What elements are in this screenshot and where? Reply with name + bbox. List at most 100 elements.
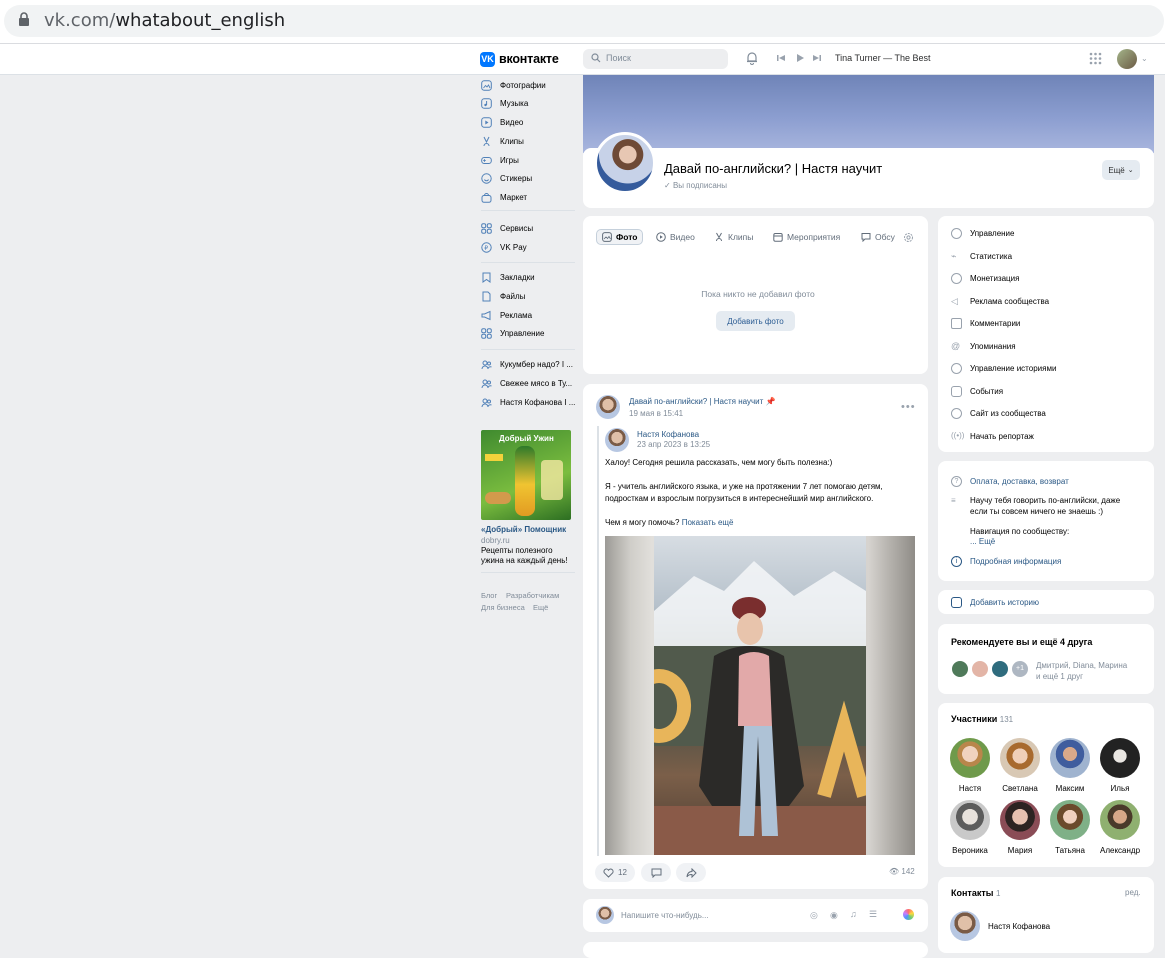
footer-link-blog[interactable]: Блог (481, 591, 497, 600)
camera-icon[interactable]: ◎ (810, 910, 818, 921)
settings-gear-icon[interactable] (903, 232, 914, 243)
friend-avatar[interactable] (970, 659, 990, 679)
share-icon (686, 867, 697, 878)
apps-grid-icon[interactable] (1089, 52, 1102, 65)
more-friends-badge[interactable]: +1 (1010, 659, 1030, 679)
footer-link-business[interactable]: Для бизнеса (481, 603, 525, 612)
member[interactable]: Максим (1050, 738, 1090, 793)
member[interactable]: Вероника (950, 800, 990, 855)
post-photo[interactable] (654, 536, 866, 855)
member[interactable]: Илья (1100, 738, 1140, 793)
nav-item-bookmarks[interactable]: Закладки (481, 269, 535, 285)
member-avatar (950, 738, 990, 778)
url-text[interactable]: vk.com/whatabout_english (44, 10, 285, 31)
previous-track-icon[interactable] (776, 53, 786, 63)
repost-author-name[interactable]: Настя Кофанова (637, 430, 699, 439)
ai-assistant-icon[interactable] (903, 909, 914, 920)
contacts-edit-link[interactable]: ред. (1125, 888, 1141, 897)
contact-name[interactable]: Настя Кофанова (988, 922, 1050, 931)
tab-events[interactable]: Мероприятия (768, 229, 845, 245)
member[interactable]: Настя (950, 738, 990, 793)
repost-author-avatar[interactable] (605, 428, 629, 452)
now-playing-track[interactable]: Tina Turner — The Best (835, 53, 931, 63)
description-more-link[interactable]: ... Ещё (970, 537, 995, 546)
vk-logo-text[interactable]: вконтакте (499, 52, 559, 66)
post-group-name[interactable]: Давай по-английски? | Настя научит 📌 (629, 397, 776, 406)
vk-logo-icon[interactable]: VK (480, 52, 495, 67)
tab-clips[interactable]: Клипы (709, 229, 758, 245)
subscribed-status[interactable]: ✓ Вы подписаны (664, 181, 727, 190)
nav-item-files[interactable]: Файлы (481, 288, 525, 304)
manage-item[interactable]: ◁ Реклама сообщества (951, 293, 1049, 309)
text-format-icon[interactable]: ☰ (869, 909, 877, 920)
manage-item[interactable]: @ Упоминания (951, 338, 1016, 354)
add-photo-button[interactable]: Добавить фото (716, 311, 795, 331)
composer-avatar (596, 906, 614, 924)
manage-item[interactable]: ((•)) Начать репортаж (951, 428, 1034, 444)
nav-item-stickers[interactable]: Стикеры (481, 170, 532, 186)
nav-item-community-3[interactable]: Настя Кофанова I ... (481, 394, 575, 410)
composer-input[interactable]: Напишите что-нибудь... (621, 911, 709, 920)
footer-link-developers[interactable]: Разработчикам (506, 591, 559, 600)
repost-date[interactable]: 23 апр 2023 в 13:25 (637, 440, 710, 449)
nav-item-clips[interactable]: Клипы (481, 133, 524, 149)
nav-item-community-1[interactable]: Кукумбер надо? I ... (481, 356, 573, 372)
nav-item-video[interactable]: Видео (481, 114, 523, 130)
member[interactable]: Мария (1000, 800, 1040, 855)
member[interactable]: Светлана (1000, 738, 1040, 793)
group-more-button[interactable]: Ещё ⌄ (1102, 160, 1140, 180)
friend-avatar[interactable] (950, 659, 970, 679)
add-story-button[interactable]: Добавить историю (951, 594, 1039, 610)
video-attach-icon[interactable]: ◉ (830, 910, 838, 921)
nav-item-photos[interactable]: Фотографии (481, 77, 546, 93)
user-avatar[interactable] (1117, 49, 1137, 69)
post-date[interactable]: 19 мая в 15:41 (629, 409, 683, 418)
nav-item-games[interactable]: Игры (481, 152, 519, 168)
bell-icon[interactable] (745, 51, 759, 65)
nav-item-music[interactable]: Музыка (481, 95, 528, 111)
contact-avatar[interactable] (950, 911, 980, 941)
nav-item-community-2[interactable]: Свежее мясо в Ту... (481, 375, 572, 391)
nav-item-ads[interactable]: Реклама (481, 307, 532, 323)
share-button[interactable] (676, 863, 706, 882)
contacts-title[interactable]: Контакты 1 (951, 888, 1000, 898)
nav-item-vkpay[interactable]: ₽ VK Pay (481, 239, 527, 255)
friend-avatar[interactable] (990, 659, 1010, 679)
eye-icon: 👁 (889, 867, 902, 876)
show-more-link[interactable]: Показать ещё (682, 518, 734, 527)
delivery-info-link[interactable]: ? Оплата, доставка, возврат (951, 473, 1069, 489)
description-icon: ≡ (951, 496, 956, 505)
manage-item[interactable]: ⌁ Статистика (951, 248, 1012, 264)
nav-item-services[interactable]: Сервисы (481, 220, 533, 236)
manage-item[interactable]: Управление историями (951, 360, 1056, 376)
manage-item[interactable]: Комментарии (951, 315, 1020, 331)
play-icon[interactable] (795, 53, 805, 63)
tab-videos[interactable]: Видео (651, 229, 700, 245)
music-note-icon[interactable]: ♫ (850, 909, 857, 919)
detailed-label: Подробная информация (970, 556, 1062, 566)
detailed-info-link[interactable]: i Подробная информация (951, 553, 1061, 569)
nav-item-manage[interactable]: Управление (481, 325, 544, 341)
next-track-icon[interactable] (812, 53, 822, 63)
members-title[interactable]: Участники 131 (951, 714, 1013, 724)
group-avatar-small[interactable] (596, 395, 620, 419)
tab-discussions[interactable]: Обсу (856, 229, 901, 245)
manage-item[interactable]: Монетизация (951, 270, 1019, 286)
more-options-icon[interactable]: ••• (901, 401, 916, 413)
juice-bottle-image (515, 446, 535, 516)
nav-item-market[interactable]: Маркет (481, 189, 527, 205)
tab-photos[interactable]: Фото (596, 229, 644, 245)
comment-button[interactable] (641, 863, 671, 882)
group-avatar[interactable] (594, 132, 656, 194)
manage-item[interactable]: Сайт из сообщества (951, 405, 1046, 421)
footer-link-more[interactable]: Ещё (533, 603, 548, 612)
manage-item[interactable]: События (951, 383, 1003, 399)
member[interactable]: Татьяна (1050, 800, 1090, 855)
manage-item[interactable]: Управление (951, 225, 1014, 241)
member[interactable]: Александр (1100, 800, 1140, 855)
ad-title[interactable]: «Добрый» Помощник (481, 525, 566, 534)
ad-image[interactable]: Добрый Ужин (481, 430, 571, 520)
like-button[interactable]: 12 (595, 863, 635, 882)
search-input[interactable] (583, 49, 728, 69)
chevron-down-icon[interactable]: ⌄ (1141, 54, 1148, 63)
